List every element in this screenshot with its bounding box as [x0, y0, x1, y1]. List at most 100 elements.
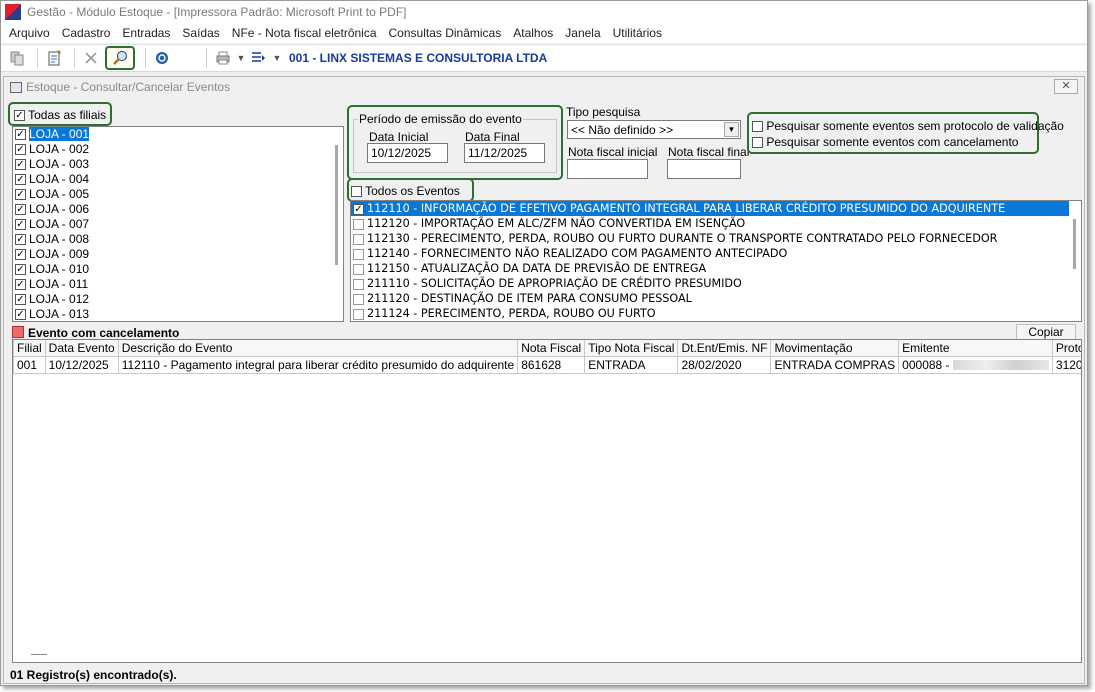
- search-type-select[interactable]: << Não definido >> ▼: [567, 120, 741, 139]
- col-protocolo[interactable]: Protocolo de Validação: [1051, 340, 1081, 357]
- list-item[interactable]: ✓ 112110 - INFORMAÇÃO DE EFETIVO PAGAMENT…: [351, 201, 1081, 216]
- col-tipo-nota[interactable]: Tipo Nota Fiscal: [584, 340, 679, 357]
- checkbox-icon[interactable]: ✓: [15, 204, 26, 216]
- new-document-icon[interactable]: [44, 48, 64, 68]
- cell-nota-fiscal: 861628: [517, 355, 586, 374]
- checkbox-icon[interactable]: ✓: [15, 189, 26, 201]
- menu-janela[interactable]: Janela: [559, 26, 606, 40]
- results-grid[interactable]: Filial Data Evento Descrição do Evento N…: [12, 339, 1082, 663]
- checkbox-icon[interactable]: ✓: [15, 129, 26, 141]
- list-item[interactable]: ✓ LOJA - 008: [13, 232, 343, 247]
- copy-icon[interactable]: [7, 48, 27, 68]
- nf-end-label: Nota fiscal final: [668, 145, 750, 159]
- events-dialog: Estoque - Consultar/Cancelar Eventos ✕ ✓…: [3, 76, 1085, 684]
- list-item[interactable]: ✓ LOJA - 013: [13, 307, 343, 321]
- events-list[interactable]: ✓ 112110 - INFORMAÇÃO DE EFETIVO PAGAMENT…: [350, 200, 1082, 322]
- all-events-checkbox[interactable]: Todos os Eventos: [351, 184, 460, 198]
- chevron-down-icon[interactable]: ▼: [237, 48, 246, 68]
- toolbar: ▼ ▼ 001 - LINX SISTEMAS E CONSULTORIA LT…: [1, 44, 1087, 72]
- menu-nfe[interactable]: NFe - Nota fiscal eletrônica: [226, 26, 383, 40]
- events-scrollbar[interactable]: [1069, 201, 1081, 321]
- start-date-input[interactable]: 10/12/2025: [367, 143, 448, 163]
- cell-emitente: 000088 -: [898, 355, 1053, 374]
- checkbox-icon[interactable]: ✓: [15, 174, 26, 186]
- menu-entradas[interactable]: Entradas: [116, 26, 176, 40]
- list-item[interactable]: ✓ LOJA - 009: [13, 247, 343, 262]
- list-item[interactable]: 211110 - SOLICITAÇÃO DE APROPRIAÇÃO DE C…: [351, 276, 1081, 291]
- menu-cadastro[interactable]: Cadastro: [56, 26, 117, 40]
- branch-scrollbar[interactable]: [331, 127, 343, 321]
- end-date-input[interactable]: 11/12/2025: [464, 143, 545, 163]
- list-item[interactable]: ✓ LOJA - 010: [13, 262, 343, 277]
- checkbox-icon[interactable]: [353, 293, 364, 305]
- menu-saidas[interactable]: Saídas: [176, 26, 225, 40]
- checkbox-icon[interactable]: ✓: [15, 219, 26, 231]
- chevron-down-icon[interactable]: ▼: [273, 48, 282, 68]
- checkbox-icon[interactable]: ✓: [15, 279, 26, 291]
- col-nota-fiscal[interactable]: Nota Fiscal: [517, 340, 586, 357]
- checkbox-icon[interactable]: [353, 263, 364, 275]
- checkbox-icon[interactable]: [353, 248, 364, 260]
- list-item[interactable]: ✓ LOJA - 002: [13, 142, 343, 157]
- checkbox-icon[interactable]: ✓: [15, 234, 26, 246]
- chevron-down-icon[interactable]: ▼: [724, 122, 739, 137]
- checkbox-icon[interactable]: ✓: [15, 264, 26, 276]
- col-dt-ent[interactable]: Dt.Ent/Emis. NF: [677, 340, 772, 357]
- list-item[interactable]: ✓ LOJA - 007: [13, 217, 343, 232]
- dialog-title: Estoque - Consultar/Cancelar Eventos: [26, 80, 231, 94]
- list-item[interactable]: ✓ LOJA - 001: [13, 127, 343, 142]
- col-data-evento[interactable]: Data Evento: [44, 340, 119, 357]
- checkbox-icon[interactable]: [353, 308, 364, 320]
- list-item[interactable]: 112140 - FORNECIMENTO NÃO REALIZADO COM …: [351, 246, 1081, 261]
- checkbox-icon[interactable]: [353, 233, 364, 245]
- menu-utilitarios[interactable]: Utilitários: [607, 26, 668, 40]
- list-item[interactable]: 211124 - PERECIMENTO, PERDA, ROUBO OU FU…: [351, 306, 1081, 321]
- branch-list[interactable]: ✓ LOJA - 001 ✓ LOJA - 002 ✓ LOJA - 003 ✓ LOJA -…: [12, 126, 344, 322]
- list-item[interactable]: ✓ LOJA - 003: [13, 157, 343, 172]
- menu-atalhos[interactable]: Atalhos: [507, 26, 559, 40]
- col-movimentacao[interactable]: Movimentação: [770, 340, 900, 357]
- checkbox-icon[interactable]: ✓: [15, 159, 26, 171]
- list-item[interactable]: ✓ LOJA - 011: [13, 277, 343, 292]
- event-label: 211124 - PERECIMENTO, PERDA, ROUBO OU FU…: [367, 307, 656, 320]
- col-descricao[interactable]: Descrição do Evento: [117, 340, 519, 357]
- cell-filial: 001: [13, 355, 46, 374]
- no-protocol-checkbox[interactable]: Pesquisar somente eventos sem protocolo …: [752, 119, 1064, 133]
- scroll-thumb[interactable]: [1073, 219, 1076, 269]
- list-item[interactable]: ✓ LOJA - 006: [13, 202, 343, 217]
- search-icon[interactable]: [105, 46, 135, 70]
- period-legend: Período de emissão do evento: [358, 112, 523, 126]
- menu-arquivo[interactable]: Arquivo: [3, 26, 56, 40]
- checkbox-icon[interactable]: ✓: [15, 294, 26, 306]
- list-item[interactable]: ✓ LOJA - 004: [13, 172, 343, 187]
- nf-end-input[interactable]: [667, 159, 741, 179]
- list-item[interactable]: 112120 - IMPORTAÇÃO EM ALC/ZFM NÃO CONVE…: [351, 216, 1081, 231]
- col-emitente[interactable]: Emitente: [898, 340, 1053, 357]
- list-item[interactable]: ✓ LOJA - 012: [13, 292, 343, 307]
- list-item[interactable]: 211120 - DESTINAÇÃO DE ITEM PARA CONSUMO…: [351, 291, 1081, 306]
- with-cancel-checkbox[interactable]: Pesquisar somente eventos com cancelamen…: [752, 135, 1018, 149]
- checkbox-icon[interactable]: ✓: [15, 144, 26, 156]
- checkbox-icon[interactable]: [353, 218, 364, 230]
- all-branches-label: Todas as filiais: [28, 108, 107, 122]
- all-branches-checkbox[interactable]: ✓ Todas as filiais: [14, 108, 106, 122]
- branch-label: LOJA - 001: [29, 127, 90, 141]
- menu-consultas[interactable]: Consultas Dinâmicas: [383, 26, 508, 40]
- checkbox-icon[interactable]: ✓: [353, 203, 364, 215]
- checkbox-icon[interactable]: ✓: [15, 309, 26, 321]
- all-events-label: Todos os Eventos: [365, 184, 460, 198]
- list-item[interactable]: 112130 - PERECIMENTO, PERDA, ROUBO OU FU…: [351, 231, 1081, 246]
- nf-start-input[interactable]: [567, 159, 648, 179]
- col-filial[interactable]: Filial: [13, 340, 46, 357]
- checkbox-icon[interactable]: ✓: [15, 249, 26, 261]
- power-icon[interactable]: [152, 48, 172, 68]
- list-item[interactable]: ✓ LOJA - 005: [13, 187, 343, 202]
- list-export-icon[interactable]: [249, 48, 269, 68]
- scroll-thumb[interactable]: [335, 145, 338, 265]
- printer-icon[interactable]: [213, 48, 233, 68]
- list-item[interactable]: 112150 - ATUALIZAÇÃO DA DATA DE PREVISÃO…: [351, 261, 1081, 276]
- table-row[interactable]: 001 10/12/2025 112110 - Pagamento integr…: [13, 355, 1081, 374]
- close-icon[interactable]: ✕: [1054, 79, 1078, 94]
- checkbox-icon[interactable]: [353, 278, 364, 290]
- delete-icon[interactable]: [81, 48, 101, 68]
